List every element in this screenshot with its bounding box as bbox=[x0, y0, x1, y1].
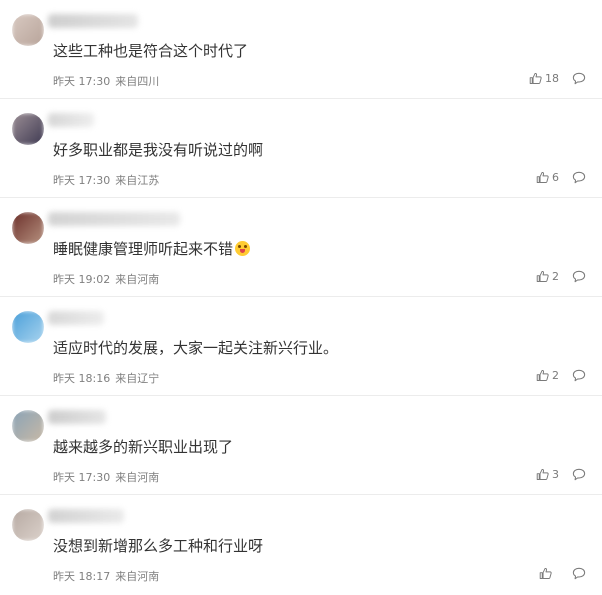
comment-meta: 昨天 18:17 来自河南 bbox=[53, 568, 159, 584]
comment-text-content: 睡眠健康管理师听起来不错 bbox=[53, 240, 234, 258]
reply-button[interactable] bbox=[572, 72, 586, 85]
like-count: 3 bbox=[552, 468, 559, 481]
speech-bubble-icon bbox=[572, 270, 586, 283]
comment-item: 没想到新增那么多工种和行业呀昨天 18:17 来自河南 bbox=[0, 495, 602, 593]
like-button[interactable]: 2 bbox=[536, 369, 559, 382]
comment-text: 越来越多的新兴职业出现了 bbox=[53, 436, 233, 458]
like-button[interactable]: 18 bbox=[529, 72, 559, 85]
reply-button[interactable] bbox=[572, 369, 586, 382]
comment-text-content: 好多职业都是我没有听说过的啊 bbox=[53, 141, 264, 159]
face-with-tongue-emoji bbox=[235, 241, 251, 256]
username-blurred[interactable] bbox=[48, 212, 180, 226]
comment-text-content: 没想到新增那么多工种和行业呀 bbox=[53, 537, 264, 555]
like-button[interactable]: 6 bbox=[536, 171, 559, 184]
thumbs-up-icon bbox=[529, 72, 542, 85]
like-button[interactable] bbox=[539, 567, 555, 580]
speech-bubble-icon bbox=[572, 171, 586, 184]
avatar[interactable] bbox=[12, 410, 44, 442]
thumbs-up-icon bbox=[536, 270, 549, 283]
comment-text-content: 越来越多的新兴职业出现了 bbox=[53, 438, 234, 456]
comment-item: 好多职业都是我没有听说过的啊昨天 17:30 来自江苏 6 bbox=[0, 99, 602, 198]
comment-text-content: 这些工种也是符合这个时代了 bbox=[53, 42, 249, 60]
username-blurred[interactable] bbox=[48, 113, 94, 127]
comment-item: 越来越多的新兴职业出现了昨天 17:30 来自河南 3 bbox=[0, 396, 602, 495]
comment-location: 来自河南 bbox=[115, 570, 160, 583]
thumbs-up-icon bbox=[536, 468, 549, 481]
comment-text: 适应时代的发展，大家一起关注新兴行业。 bbox=[53, 337, 338, 359]
username-blurred[interactable] bbox=[48, 14, 138, 28]
speech-bubble-icon bbox=[572, 468, 586, 481]
avatar[interactable] bbox=[12, 212, 44, 244]
comment-location: 来自河南 bbox=[115, 471, 160, 484]
speech-bubble-icon bbox=[572, 72, 586, 85]
like-count: 2 bbox=[552, 369, 559, 382]
comment-meta: 昨天 19:02 来自河南 bbox=[53, 271, 159, 287]
avatar[interactable] bbox=[12, 14, 44, 46]
comment-text-content: 适应时代的发展，大家一起关注新兴行业。 bbox=[53, 339, 339, 357]
comment-time: 昨天 17:30 bbox=[53, 471, 111, 484]
username-blurred[interactable] bbox=[48, 509, 124, 523]
like-button[interactable]: 3 bbox=[536, 468, 559, 481]
comment-location: 来自辽宁 bbox=[115, 372, 160, 385]
reply-button[interactable] bbox=[572, 270, 586, 283]
thumbs-up-icon bbox=[536, 369, 549, 382]
comment-meta: 昨天 18:16 来自辽宁 bbox=[53, 370, 159, 386]
comment-item: 这些工种也是符合这个时代了昨天 17:30 来自四川 18 bbox=[0, 0, 602, 99]
comment-text: 睡眠健康管理师听起来不错 bbox=[53, 238, 251, 260]
comment-location: 来自四川 bbox=[115, 75, 160, 88]
avatar[interactable] bbox=[12, 113, 44, 145]
like-count: 18 bbox=[545, 72, 559, 85]
comment-location: 来自江苏 bbox=[115, 174, 160, 187]
reply-button[interactable] bbox=[572, 468, 586, 481]
reply-button[interactable] bbox=[572, 171, 586, 184]
comment-text: 没想到新增那么多工种和行业呀 bbox=[53, 535, 263, 557]
reply-button[interactable] bbox=[572, 567, 586, 580]
comment-item: 适应时代的发展，大家一起关注新兴行业。昨天 18:16 来自辽宁 2 bbox=[0, 297, 602, 396]
comment-meta: 昨天 17:30 来自江苏 bbox=[53, 172, 159, 188]
comment-item: 睡眠健康管理师听起来不错昨天 19:02 来自河南 2 bbox=[0, 198, 602, 297]
comment-meta: 昨天 17:30 来自四川 bbox=[53, 73, 159, 89]
comment-time: 昨天 19:02 bbox=[53, 273, 111, 286]
comment-time: 昨天 17:30 bbox=[53, 75, 111, 88]
comment-text: 好多职业都是我没有听说过的啊 bbox=[53, 139, 263, 161]
like-count: 6 bbox=[552, 171, 559, 184]
comment-meta: 昨天 17:30 来自河南 bbox=[53, 469, 159, 485]
comment-time: 昨天 17:30 bbox=[53, 174, 111, 187]
comment-text: 这些工种也是符合这个时代了 bbox=[53, 40, 248, 62]
like-button[interactable]: 2 bbox=[536, 270, 559, 283]
comment-location: 来自河南 bbox=[115, 273, 160, 286]
avatar[interactable] bbox=[12, 509, 44, 541]
thumbs-up-icon bbox=[539, 567, 552, 580]
comment-list: 这些工种也是符合这个时代了昨天 17:30 来自四川 18 好多职业都是我没有听说过的… bbox=[0, 0, 602, 593]
like-count: 2 bbox=[552, 270, 559, 283]
thumbs-up-icon bbox=[536, 171, 549, 184]
speech-bubble-icon bbox=[572, 567, 586, 580]
speech-bubble-icon bbox=[572, 369, 586, 382]
username-blurred[interactable] bbox=[48, 410, 106, 424]
avatar[interactable] bbox=[12, 311, 44, 343]
comment-time: 昨天 18:17 bbox=[53, 570, 111, 583]
comment-time: 昨天 18:16 bbox=[53, 372, 111, 385]
username-blurred[interactable] bbox=[48, 311, 104, 325]
